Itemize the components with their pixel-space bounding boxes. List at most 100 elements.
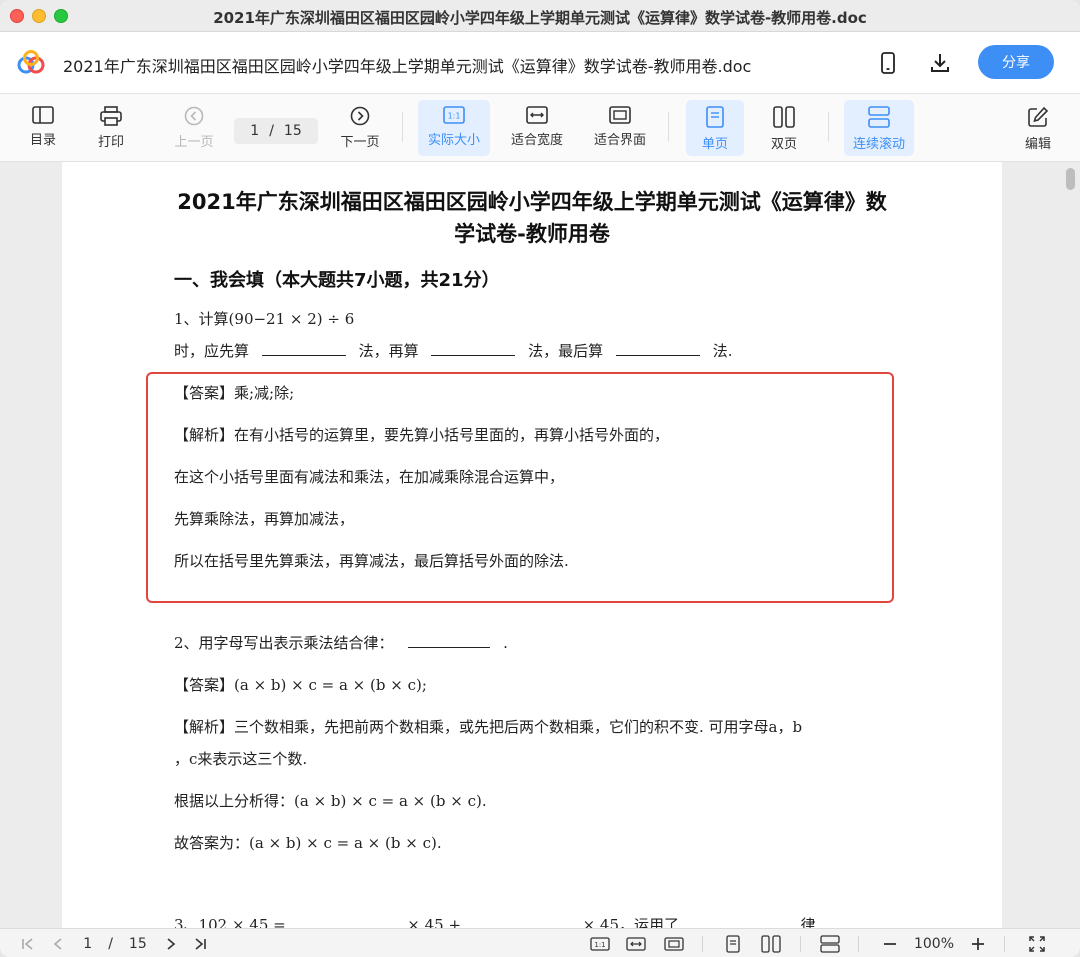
toc-button[interactable]: 目录 (22, 100, 64, 156)
single-page-label: 单页 (701, 137, 728, 152)
question-2-text: 2、用字母写出表示乘法结合律： . (174, 632, 508, 653)
q2-analysis-line: 【解析】三个数相乘，先把前两个数相乘，或先把后两个数相乘，它们的积不变. 可用字… (174, 718, 803, 736)
zoom-in-icon[interactable] (968, 934, 988, 954)
actual-size-icon[interactable]: 1:1 (588, 934, 612, 954)
fit-window-label: 适合界面 (593, 133, 646, 148)
status-bar: 1 / 15 1:1 100% (0, 928, 1080, 957)
download-icon[interactable] (927, 50, 953, 76)
q2-analysis-line: 根据以上分析得：(a × b) × c = a × (b × c). (174, 792, 487, 810)
question-3-text: 3、102 × 45 = × 45 + × 45，运用了 律. (174, 914, 820, 928)
vertical-scrollbar[interactable] (1066, 168, 1075, 190)
answer-blank (692, 916, 788, 928)
status-divider (1004, 936, 1005, 952)
print-icon (100, 106, 122, 126)
edit-label: 编辑 (1024, 137, 1051, 152)
q2-text-end: . (503, 634, 508, 652)
single-page-button[interactable]: 单页 (686, 100, 744, 156)
q3-text-d: 律. (800, 916, 821, 928)
mobile-icon[interactable] (875, 50, 901, 76)
status-page-current: 1 (83, 936, 93, 952)
fit-window-button[interactable]: 适合界面 (588, 100, 652, 156)
continuous-scroll-button[interactable]: 连续滚动 (844, 100, 914, 156)
share-button[interactable]: 分享 (978, 45, 1054, 79)
edit-button[interactable]: 编辑 (1016, 100, 1060, 156)
fit-width-button[interactable]: 适合宽度 (504, 100, 570, 156)
print-button[interactable]: 打印 (90, 100, 132, 156)
title-bar: 2021年广东深圳福田区福田区园岭小学四年级上学期单元测试《运算律》数学试卷-教… (0, 0, 1080, 32)
q1-text-d: 法. (712, 342, 733, 360)
fit-window-icon (609, 106, 631, 124)
continuous-scroll-icon[interactable] (818, 934, 842, 954)
document-viewer[interactable]: 2021年广东深圳福田区福田区园岭小学四年级上学期单元测试《运算律》数学试卷-教… (0, 162, 1080, 928)
answer-blank (615, 342, 700, 356)
actual-size-icon: 1:1 (443, 106, 465, 124)
chevron-right-circle-icon (350, 106, 370, 126)
document-page: 2021年广东深圳福田区福田区园岭小学四年级上学期单元测试《运算律》数学试卷-教… (62, 162, 1002, 928)
page-separator: / (269, 123, 274, 139)
answer-blank (261, 342, 346, 356)
toolbar-divider (828, 112, 829, 142)
single-page-icon[interactable] (722, 934, 744, 954)
answer-blank (408, 634, 491, 648)
fit-width-icon (526, 106, 548, 124)
q3-text-a: 3、102 × 45 = (174, 916, 286, 928)
q1-text-b: 法，再算 (358, 342, 419, 360)
status-divider (702, 936, 703, 952)
document-title: 2021年广东深圳福田区福田区园岭小学四年级上学期单元测试《运算律》数学试卷-教… (63, 57, 752, 76)
status-divider (800, 936, 801, 952)
q3-text-c: × 45，运用了 (582, 916, 680, 928)
chevron-left-circle-icon (184, 106, 204, 126)
q2-answer: 【答案】(a × b) × c = a × (b × c); (174, 676, 427, 694)
window-title: 2021年广东深圳福田区福田区园岭小学四年级上学期单元测试《运算律》数学试卷-教… (213, 9, 867, 27)
svg-text:1:1: 1:1 (594, 941, 605, 949)
q1-analysis-line: 先算乘除法，再算加减法， (174, 510, 355, 528)
single-page-icon (706, 106, 724, 128)
page-current: 1 (250, 123, 260, 139)
q1-analysis-line: 在这个小括号里面有减法和乘法，在加减乘除混合运算中， (174, 468, 565, 486)
q1-text-a: 时，应先算 (174, 342, 250, 360)
print-label: 打印 (97, 135, 124, 150)
fit-width-label: 适合宽度 (510, 133, 563, 148)
q1-analysis-line: 所以在括号里先算乘法，再算减法，最后算括号外面的除法. (174, 552, 569, 570)
next-page-button[interactable]: 下一页 (334, 100, 386, 156)
q1-analysis-line: 【解析】在有小括号的运算里，要先算小括号里面的，再算小括号外面的， (174, 426, 670, 444)
toc-icon (32, 106, 54, 124)
app-window: 2021年广东深圳福田区福田区园岭小学四年级上学期单元测试《运算律》数学试卷-教… (0, 0, 1080, 957)
status-page-total: 15 (128, 936, 147, 952)
toolbar-divider (402, 112, 403, 142)
fit-width-icon[interactable] (624, 934, 648, 954)
double-page-icon[interactable] (758, 934, 784, 954)
app-logo-icon (17, 50, 45, 74)
fit-window-icon[interactable] (662, 934, 686, 954)
status-divider (858, 936, 859, 952)
fullscreen-icon[interactable] (1026, 934, 1048, 954)
double-page-icon (773, 106, 795, 128)
answer-blank (431, 342, 516, 356)
double-page-button[interactable]: 双页 (756, 100, 812, 156)
status-page-sep: / (108, 936, 113, 952)
app-header: 2021年广东深圳福田区福田区园岭小学四年级上学期单元测试《运算律》数学试卷-教… (0, 32, 1080, 94)
question-1-text: 1、计算(90−21 × 2) ÷ 6 (174, 310, 355, 328)
q2-text: 2、用字母写出表示乘法结合律： (174, 634, 394, 652)
q2-analysis-line: 故答案为：(a × b) × c = a × (b × c). (174, 834, 442, 852)
continuous-scroll-icon (868, 106, 890, 128)
page-number-input[interactable]: 1 / 15 (234, 118, 318, 144)
last-page-icon[interactable] (190, 934, 210, 954)
svg-text:1:1: 1:1 (448, 112, 461, 121)
prev-page-button[interactable]: 上一页 (168, 100, 220, 156)
status-page-indicator[interactable]: 1 / 15 (80, 934, 150, 954)
q2-analysis-line: ，c来表示这三个数. (174, 750, 308, 768)
prev-page-icon[interactable] (48, 934, 68, 954)
first-page-icon[interactable] (18, 934, 38, 954)
toc-label: 目录 (29, 133, 56, 148)
actual-size-button[interactable]: 1:1 实际大小 (418, 100, 490, 156)
zoom-out-icon[interactable] (880, 934, 900, 954)
continuous-scroll-label: 连续滚动 (852, 137, 905, 152)
zoom-level[interactable]: 100% (908, 934, 960, 954)
double-page-label: 双页 (770, 137, 797, 152)
q1-text-c: 法，最后算 (528, 342, 604, 360)
actual-size-label: 实际大小 (427, 133, 480, 148)
question-1-blanks: 时，应先算 法，再算 法，最后算 法. (174, 340, 733, 361)
next-page-icon[interactable] (162, 934, 180, 954)
document-heading: 2021年广东深圳福田区福田区园岭小学四年级上学期单元测试《运算律》数学试卷-教… (177, 190, 887, 246)
